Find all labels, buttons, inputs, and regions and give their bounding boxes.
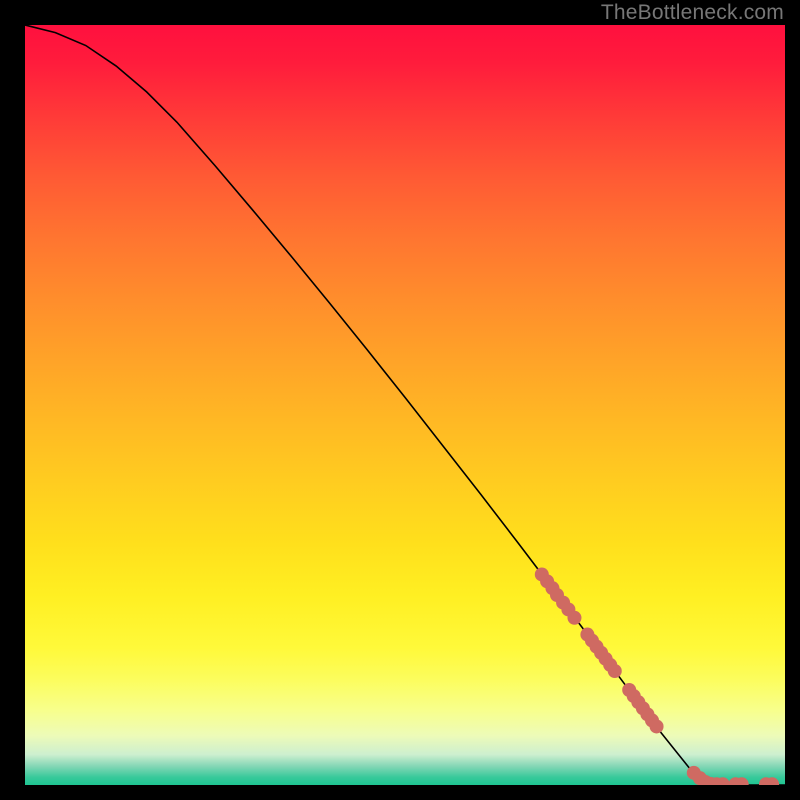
- chart-overlay-svg: [25, 25, 785, 785]
- chart-curve: [25, 25, 785, 785]
- watermark-text: TheBottleneck.com: [601, 1, 784, 25]
- chart-markers-group: [535, 567, 779, 785]
- chart-plot-area: [25, 25, 785, 785]
- chart-marker: [567, 611, 581, 625]
- chart-marker: [608, 664, 622, 678]
- chart-marker: [650, 719, 664, 733]
